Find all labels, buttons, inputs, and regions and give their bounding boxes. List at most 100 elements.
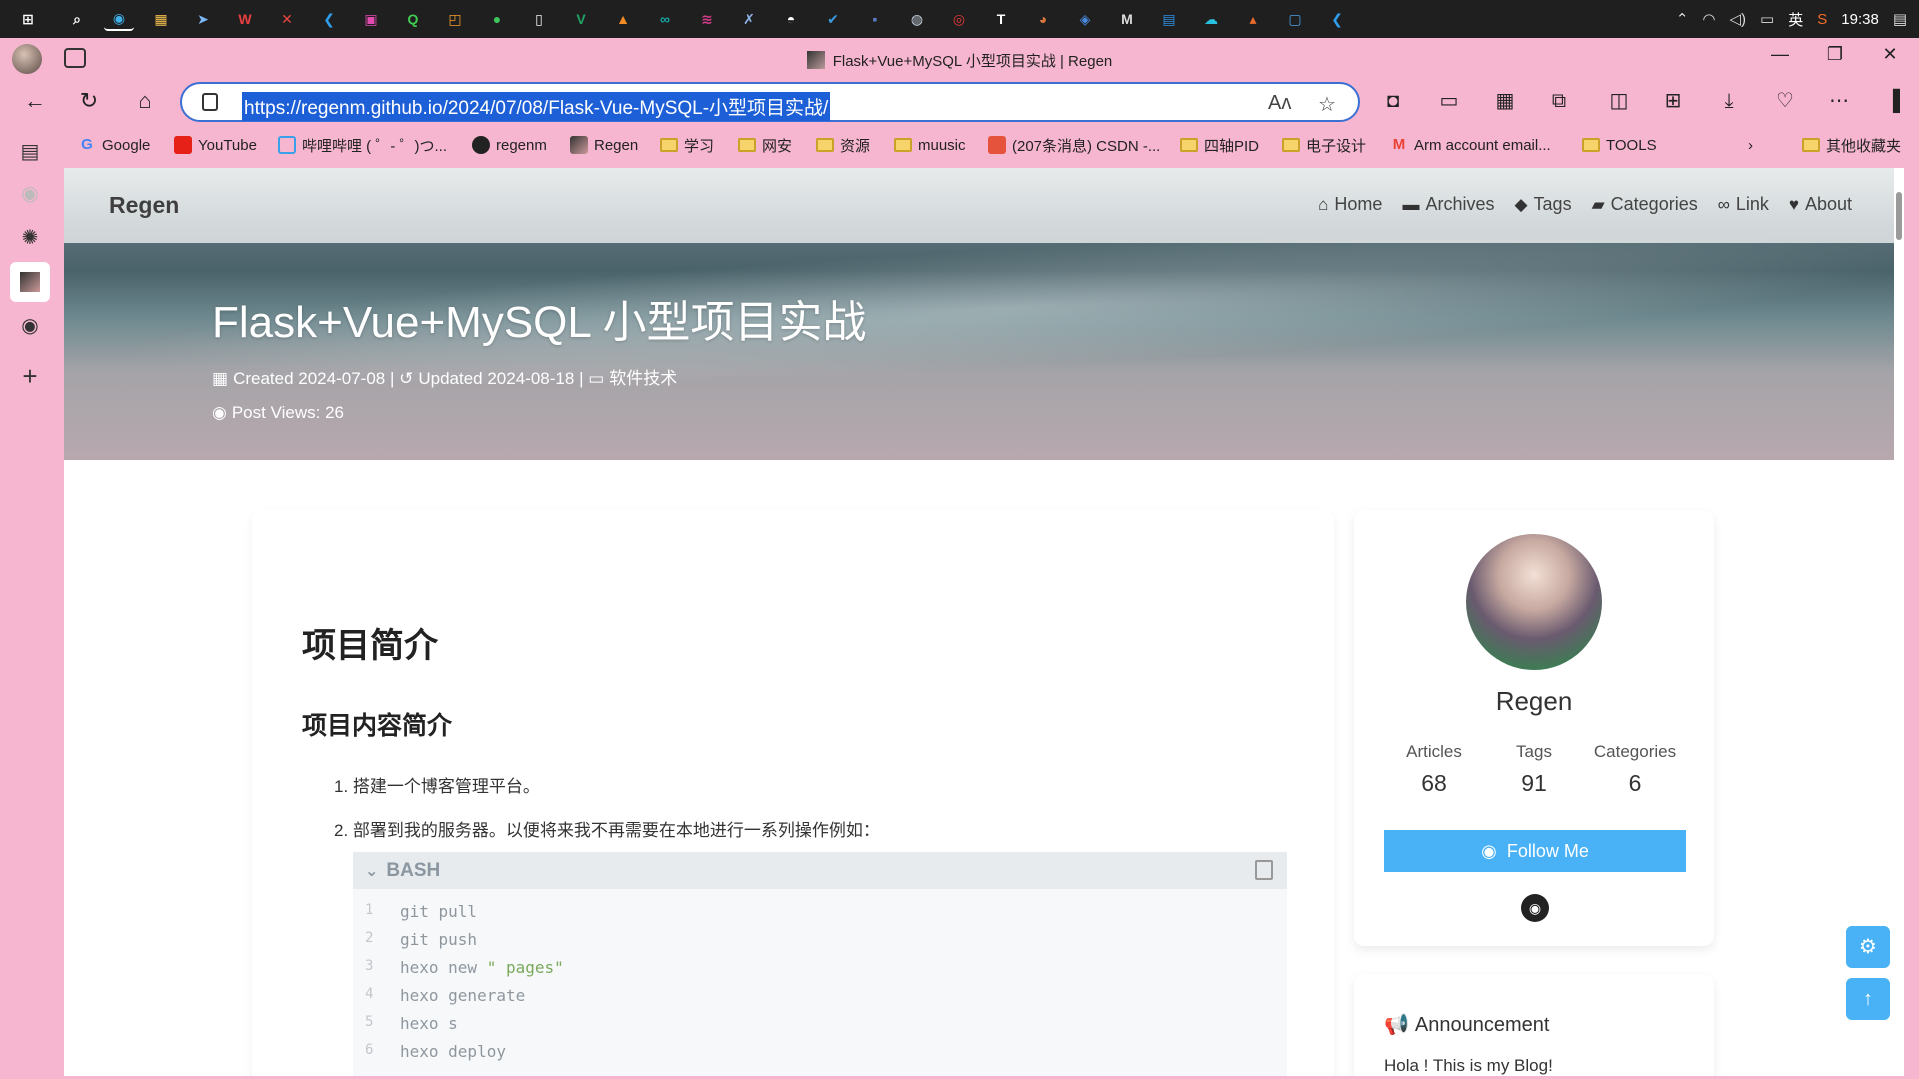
wifi-icon[interactable]: ◠ xyxy=(1702,10,1715,28)
bookmark-regen[interactable]: Regen xyxy=(570,134,638,156)
excel-icon[interactable]: V xyxy=(566,7,596,31)
github-tab-2-icon[interactable]: ◉ xyxy=(16,312,44,340)
bookmark-google[interactable]: G Google xyxy=(78,134,150,156)
nav-archives[interactable]: ▬ Archives xyxy=(1402,194,1494,215)
vertical-tabs-icon[interactable]: ▤ xyxy=(16,138,44,166)
minimize-icon[interactable]: — xyxy=(1760,44,1800,65)
read-aloud-icon[interactable]: Aʌ xyxy=(1268,92,1291,115)
new-tab-plus-icon[interactable]: + xyxy=(16,362,44,390)
close-icon[interactable]: ✕ xyxy=(1870,44,1910,65)
more-menu-icon[interactable]: ⋯ xyxy=(1826,88,1852,114)
app-bear-icon[interactable]: ◕ xyxy=(1028,7,1058,31)
github-tab-icon[interactable]: ◉ xyxy=(16,180,44,208)
notepad-icon[interactable]: ▯ xyxy=(524,7,554,31)
copy-icon[interactable] xyxy=(1255,860,1273,880)
refresh-icon[interactable]: ↻ xyxy=(74,86,104,116)
scrollbar-thumb[interactable] xyxy=(1896,192,1902,240)
collections-icon[interactable]: ⊞ xyxy=(1660,88,1686,114)
search-icon[interactable]: ⌕ xyxy=(62,7,92,31)
regen-tab-icon[interactable] xyxy=(10,262,50,302)
sidebar-toggle-icon[interactable]: ▐ xyxy=(1880,88,1906,114)
qq-icon[interactable]: ◓ xyxy=(776,7,806,31)
steam-icon[interactable]: ◍ xyxy=(902,7,932,31)
nav-categories[interactable]: ▰ Categories xyxy=(1592,194,1698,215)
bookmark-folder-study[interactable]: 学习 xyxy=(660,134,714,156)
bookmark-folder-muusic[interactable]: muusic xyxy=(894,134,966,156)
ime-indicator[interactable]: 英 xyxy=(1788,9,1803,30)
bookmark-regenm[interactable]: regenm xyxy=(472,134,547,156)
bookmark-folder-other[interactable]: 其他收藏夹 xyxy=(1802,134,1901,156)
stat-categories[interactable]: Categories 6 xyxy=(1580,742,1690,797)
nav-link[interactable]: ∞ Link xyxy=(1718,194,1769,215)
bookmark-folder-tools[interactable]: TOOLS xyxy=(1582,134,1657,156)
typora-icon[interactable]: T xyxy=(986,7,1016,31)
openai-tab-icon[interactable]: ✺ xyxy=(16,224,44,252)
bookmark-folder-pid[interactable]: 四轴PID xyxy=(1180,134,1259,156)
app-blue-check-icon[interactable]: ✔ xyxy=(818,7,848,31)
app-orange-2-icon[interactable]: ▲ xyxy=(608,7,638,31)
nav-about[interactable]: ♥ About xyxy=(1789,194,1852,215)
wps-icon[interactable]: W xyxy=(230,7,260,31)
lock-icon[interactable] xyxy=(202,93,218,111)
wechat-icon[interactable]: ● xyxy=(482,7,512,31)
back-to-top-icon[interactable]: ↑ xyxy=(1846,978,1890,1020)
address-bar[interactable]: https://regenm.github.io/2024/07/08/Flas… xyxy=(180,82,1360,122)
performance-icon[interactable]: ♡ xyxy=(1772,88,1798,114)
code-block-header[interactable]: ⌄ BASH xyxy=(353,852,1287,889)
windows-start-icon[interactable]: ⊞ xyxy=(6,7,50,31)
matlab-icon[interactable]: ▴ xyxy=(1238,7,1268,31)
vscode-icon[interactable]: ❮ xyxy=(314,7,344,31)
app-pink-icon[interactable]: ▣ xyxy=(356,7,386,31)
volume-icon[interactable]: ◁) xyxy=(1730,10,1747,28)
clock[interactable]: 19:38 xyxy=(1841,11,1879,28)
bookmark-folder-electronics[interactable]: 电子设计 xyxy=(1282,134,1366,156)
sogou-icon[interactable]: S xyxy=(1817,11,1827,28)
favorite-star-icon[interactable]: ☆ xyxy=(1318,92,1336,117)
bookmark-arm[interactable]: M Arm account email... xyxy=(1390,134,1551,156)
bookmark-csdn[interactable]: (207条消息) CSDN -... xyxy=(988,134,1160,156)
arduino-icon[interactable]: ∞ xyxy=(650,7,680,31)
bookmarks-overflow-chevron-icon[interactable]: › xyxy=(1748,134,1753,156)
back-icon[interactable]: ← xyxy=(20,86,50,116)
app-dark-icon[interactable]: ▪ xyxy=(860,7,890,31)
app-cloud-icon[interactable]: ☁ xyxy=(1196,7,1226,31)
bookmark-bilibili[interactable]: 哔哩哔哩 ( ゜- ゜)つ... xyxy=(278,134,447,156)
nav-home[interactable]: ⌂ Home xyxy=(1318,194,1382,215)
netease-music-icon[interactable]: ◎ xyxy=(944,7,974,31)
mx-icon[interactable]: ▤ xyxy=(1154,7,1184,31)
stat-articles[interactable]: Articles 68 xyxy=(1379,742,1489,797)
stat-tags[interactable]: Tags 91 xyxy=(1479,742,1589,797)
bookmark-folder-security[interactable]: 网安 xyxy=(738,134,792,156)
restore-icon[interactable]: ❐ xyxy=(1815,44,1855,65)
qt-icon[interactable]: Q xyxy=(398,7,428,31)
explorer-icon[interactable]: ➤ xyxy=(188,7,218,31)
notification-icon[interactable]: ▤ xyxy=(1893,10,1907,28)
post-category[interactable]: 软件技术 xyxy=(609,369,677,388)
page-scrollbar[interactable] xyxy=(1894,168,1904,1076)
edge-icon[interactable]: ◉ xyxy=(104,7,134,31)
split-screen-icon[interactable]: ◫ xyxy=(1606,88,1632,114)
github-link-icon[interactable]: ◉ xyxy=(1521,894,1549,922)
bookmark-youtube[interactable]: YouTube xyxy=(174,134,257,156)
qr-code-icon[interactable]: ▦ xyxy=(1492,88,1518,114)
app-red-icon[interactable]: ≋ xyxy=(692,7,722,31)
extension-2-icon[interactable]: ▭ xyxy=(1436,88,1462,114)
vscode-2-icon[interactable]: ❮ xyxy=(1322,7,1352,31)
chevron-up-icon[interactable]: ⌃ xyxy=(1676,10,1689,28)
app-orange-icon[interactable]: ◰ xyxy=(440,7,470,31)
chevron-down-icon[interactable]: ⌄ xyxy=(365,861,378,881)
bookmark-folder-resources[interactable]: 资源 xyxy=(816,134,870,156)
extension-1-icon[interactable]: ◘ xyxy=(1380,88,1406,114)
home-button-icon[interactable]: ⌂ xyxy=(130,86,160,116)
battery-icon[interactable]: ▭ xyxy=(1760,10,1774,28)
download-icon[interactable]: ⤓ xyxy=(1716,88,1742,114)
extensions-icon[interactable]: ⧉ xyxy=(1546,88,1572,114)
xmind-icon[interactable]: ✕ xyxy=(272,7,302,31)
url-text[interactable]: https://regenm.github.io/2024/07/08/Flas… xyxy=(242,92,831,121)
app-blue-x-icon[interactable]: ✗ xyxy=(734,7,764,31)
app-window-icon[interactable]: ▢ xyxy=(1280,7,1310,31)
app-m-icon[interactable]: M xyxy=(1112,7,1142,31)
nav-tags[interactable]: ◆ Tags xyxy=(1514,194,1571,215)
files-icon[interactable]: ▦ xyxy=(146,7,176,31)
app-blue-icon[interactable]: ◈ xyxy=(1070,7,1100,31)
